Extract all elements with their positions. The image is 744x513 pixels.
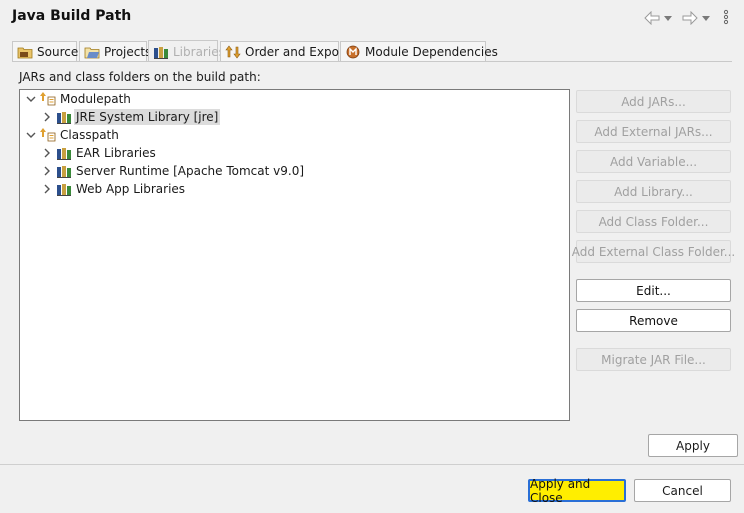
apply-button[interactable]: Apply — [648, 434, 738, 457]
tree-node-classpath-label: Classpath — [60, 128, 119, 142]
tab-libraries-label: Libraries — [173, 44, 225, 59]
footer-divider — [0, 464, 744, 465]
tab-source[interactable]: Source — [12, 41, 79, 62]
back-dropdown-icon[interactable] — [661, 11, 672, 25]
module-icon — [346, 45, 360, 59]
tree-node-modulepath[interactable]: Modulepath — [26, 90, 133, 108]
chevron-right-icon[interactable] — [42, 184, 52, 194]
container-icon — [40, 92, 56, 106]
chevron-right-icon[interactable] — [42, 148, 52, 158]
page-title: Java Build Path — [12, 8, 132, 24]
library-icon — [57, 166, 71, 178]
tab-source-label: Source — [37, 45, 79, 59]
library-icon — [57, 112, 71, 124]
tree-node-ear-label: EAR Libraries — [76, 146, 156, 160]
tree-node-web-app-libraries[interactable]: Web App Libraries — [42, 180, 187, 198]
tree-node-jre-label: JRE System Library [jre] — [74, 109, 221, 125]
vertical-dots-icon — [722, 9, 730, 28]
container-icon — [40, 128, 56, 142]
tab-module-dependencies-label: Module Dependencies — [365, 45, 498, 59]
tree-node-ear-libraries[interactable]: EAR Libraries — [42, 144, 158, 162]
tab-projects-label: Projects — [104, 45, 152, 59]
tree-node-server-runtime[interactable]: Server Runtime [Apache Tomcat v9.0] — [42, 162, 306, 180]
edit-button[interactable]: Edit... — [576, 279, 731, 302]
add-class-folder-button[interactable]: Add Class Folder... — [576, 210, 731, 233]
tree-node-modulepath-label: Modulepath — [60, 92, 131, 106]
order-export-icon — [225, 45, 241, 59]
tree-node-web-app-label: Web App Libraries — [76, 182, 186, 196]
add-external-jars-button[interactable]: Add External JARs... — [576, 120, 731, 143]
back-history-button[interactable] — [643, 8, 672, 28]
projects-folder-icon — [84, 47, 100, 59]
java-build-path-dialog: Java Build Path Source Projects Librarie… — [0, 0, 744, 513]
cancel-button[interactable]: Cancel — [634, 479, 731, 502]
chevron-down-icon[interactable] — [26, 94, 36, 104]
source-folder-icon — [17, 47, 33, 59]
add-jars-button[interactable]: Add JARs... — [576, 90, 731, 113]
tab-order-and-export[interactable]: Order and Export — [220, 41, 349, 62]
chevron-right-icon[interactable] — [42, 112, 52, 122]
add-library-button[interactable]: Add Library... — [576, 180, 731, 203]
build-path-description: JARs and class folders on the build path… — [19, 70, 261, 84]
tab-divider — [12, 61, 732, 62]
forward-history-button[interactable] — [681, 8, 710, 28]
tab-order-and-export-label: Order and Export — [245, 45, 349, 59]
apply-and-close-button[interactable]: Apply and Close — [528, 477, 626, 505]
forward-arrow-icon — [681, 11, 699, 25]
view-menu-button[interactable] — [722, 8, 730, 28]
forward-dropdown-icon[interactable] — [699, 11, 710, 25]
tab-module-dependencies[interactable]: Module Dependencies — [340, 41, 498, 62]
tab-libraries[interactable]: Libraries — [148, 40, 225, 62]
build-path-tree[interactable]: Modulepath JRE System Library [jre] Clas… — [19, 89, 570, 421]
tab-bar: Source Projects Libraries Order and Expo… — [12, 40, 732, 62]
tab-projects[interactable]: Projects — [79, 41, 151, 62]
library-icon — [57, 148, 71, 160]
tree-node-classpath[interactable]: Classpath — [26, 126, 121, 144]
tree-node-server-runtime-label: Server Runtime [Apache Tomcat v9.0] — [76, 164, 305, 178]
library-icon — [57, 184, 71, 196]
back-arrow-icon — [643, 11, 661, 25]
chevron-down-icon[interactable] — [26, 130, 36, 140]
add-external-class-folder-button[interactable]: Add External Class Folder... — [572, 240, 735, 263]
remove-button[interactable]: Remove — [576, 309, 731, 332]
migrate-jar-button[interactable]: Migrate JAR File... — [576, 348, 731, 371]
add-variable-button[interactable]: Add Variable... — [576, 150, 731, 173]
library-icon — [154, 46, 168, 59]
chevron-right-icon[interactable] — [42, 166, 52, 176]
tree-node-jre-system-library[interactable]: JRE System Library [jre] — [42, 108, 221, 126]
